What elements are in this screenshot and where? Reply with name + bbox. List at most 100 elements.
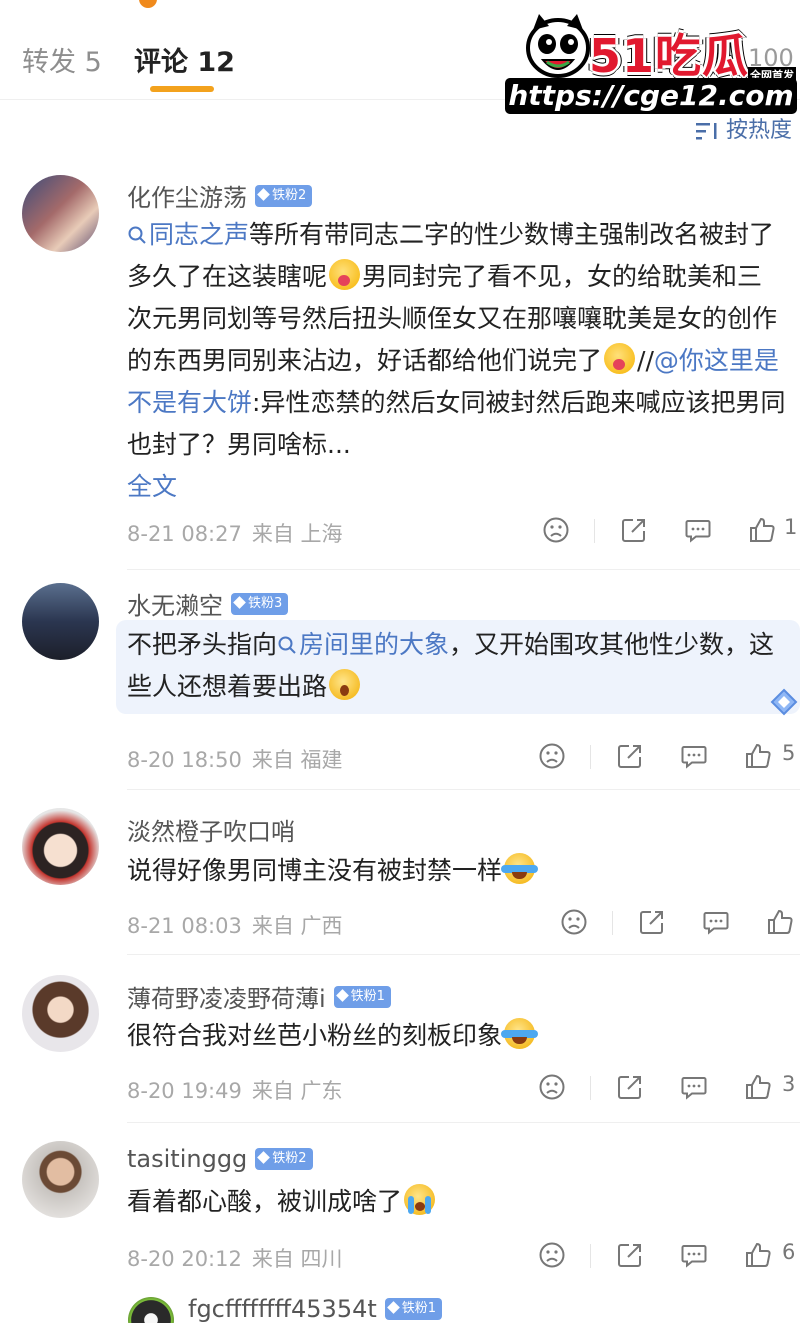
timestamp: 8-20 20:12 [127, 1247, 242, 1271]
topic-link[interactable]: 同志之声 [127, 220, 249, 249]
comment-actions: 1 [538, 515, 800, 546]
fan-badge: 铁粉2 [255, 184, 313, 207]
laugh-cry-emoji-icon [501, 853, 539, 884]
comment-meta: 8-21 08:03 来自 广西 [127, 910, 343, 940]
fan-badge: 铁粉1 [384, 1298, 443, 1320]
comment-item: 薄荷野凌凌野荷薄ⅰ 铁粉1 很符合我对丝芭小粉丝的刻板印象 8-20 19:49 来… [0, 955, 800, 1123]
avatar[interactable] [22, 1141, 99, 1218]
unhappy-face-icon [539, 1074, 565, 1100]
share-button[interactable] [616, 742, 644, 772]
avatar[interactable] [22, 583, 99, 660]
username[interactable]: 薄荷野凌凌野荷薄ⅰ [127, 985, 326, 1013]
reply-button[interactable] [684, 516, 712, 546]
diamond-icon [257, 1151, 271, 1164]
share-button[interactable] [620, 516, 648, 546]
comment-text: 不把矛头指向 房间里的大象，又开始围攻其他性少数，这些人还想着要出路 [127, 630, 775, 701]
comment-text: 看着都心酸，被训成啥了 [127, 1181, 787, 1223]
comment-icon [681, 1077, 707, 1100]
avatar[interactable] [128, 1297, 174, 1323]
share-button[interactable] [616, 1073, 644, 1103]
full-text-link[interactable]: 全文 [127, 472, 177, 501]
comment-actions [538, 908, 800, 938]
location: 来自 福建 [251, 748, 343, 772]
sobbing-emoji-icon [404, 1184, 436, 1215]
like-button[interactable] [744, 1073, 772, 1103]
separator [612, 911, 613, 935]
comment-text: 同志之声等所有带同志二字的性少数博主强制改名被封了多久了在这装瞎呢 男同封完了看不… [127, 220, 786, 501]
tab-repost[interactable]: 转发 5 [22, 40, 102, 79]
share-icon [622, 519, 645, 542]
like-button[interactable] [766, 908, 794, 938]
fan-badge: 铁粉2 [255, 1148, 313, 1170]
dislike-button[interactable] [538, 742, 566, 772]
username[interactable]: 水无濑空 [127, 592, 223, 620]
drool-emoji-icon [329, 259, 361, 290]
share-button[interactable] [616, 1241, 644, 1271]
active-tab-indicator [150, 86, 214, 92]
dislike-button[interactable] [538, 1241, 566, 1271]
drool-emoji-icon [604, 343, 636, 374]
dislike-button[interactable] [542, 516, 570, 546]
diamond-icon [386, 1301, 400, 1314]
diamond-icon [233, 595, 246, 609]
fan-badge: 铁粉3 [231, 592, 289, 615]
topic-link[interactable]: 房间里的大象 [277, 630, 449, 659]
watermark-url: https://cge12.com [505, 78, 797, 114]
username[interactable]: 淡然橙子吹口哨 [127, 818, 295, 846]
separator [594, 519, 595, 543]
username[interactable]: 化作尘游荡 [127, 184, 247, 212]
reply-button[interactable] [702, 908, 730, 938]
thumbs-up-icon [746, 743, 771, 768]
fan-badge: 铁粉1 [333, 985, 391, 1008]
sort-button[interactable]: 按热度 [696, 112, 792, 144]
timestamp: 8-21 08:03 [127, 914, 242, 938]
avatar[interactable] [22, 975, 99, 1052]
like-button[interactable] [744, 1241, 772, 1271]
comment-text: 很符合我对丝芭小粉丝的刻板印象 [127, 1015, 787, 1057]
dislike-button[interactable] [560, 908, 588, 938]
comment-item: 淡然橙子吹口哨 说得好像男同博主没有被封禁一样 8-21 08:03 来自 广西 [0, 790, 800, 955]
reply-button[interactable] [680, 742, 708, 772]
comment-icon [681, 746, 707, 769]
diamond-icon [257, 187, 270, 201]
like-button[interactable] [748, 516, 776, 546]
dislike-button[interactable] [538, 1073, 566, 1103]
comment-icon [681, 1245, 707, 1268]
timestamp: 8-20 18:50 [127, 748, 242, 772]
like-count: 3 [782, 1072, 796, 1096]
thumbs-up-icon [746, 1242, 771, 1267]
like-count: 6 [782, 1240, 796, 1264]
comment-icon [703, 912, 729, 935]
diamond-badge-icon [770, 688, 798, 716]
comment-actions: 5 [538, 741, 800, 772]
unhappy-face-icon [539, 1242, 565, 1268]
like-button[interactable] [744, 742, 772, 772]
reply-button[interactable] [680, 1241, 708, 1271]
sort-label: 按热度 [726, 118, 793, 143]
separator [590, 1244, 591, 1268]
surprised-emoji-icon [329, 669, 361, 700]
share-icon [618, 1076, 641, 1099]
tab-comments[interactable]: 评论 12 [134, 40, 235, 79]
avatar[interactable] [22, 808, 99, 885]
username[interactable]: tasitinggg [127, 1145, 247, 1173]
comment-actions: 3 [538, 1072, 800, 1103]
diamond-icon [335, 988, 349, 1002]
comment-item: 化作尘游荡 铁粉2 同志之声等所有带同志二字的性少数博主强制改名被封了多久了在这装… [0, 160, 800, 570]
unhappy-face-icon [539, 743, 565, 769]
comment-meta: 8-20 18:50 来自 福建 [127, 744, 343, 774]
comment-item: fgcffffffff45354t 铁粉1 [0, 1285, 800, 1323]
mascot-logo [526, 14, 590, 78]
location: 来自 广东 [251, 1079, 343, 1103]
share-button[interactable] [638, 908, 666, 938]
sort-icon [696, 123, 717, 140]
username[interactable]: fgcffffffff45354t [188, 1295, 377, 1323]
status-dot [139, 0, 157, 8]
separator [590, 745, 591, 769]
unhappy-face-icon [543, 517, 569, 543]
timestamp: 8-20 19:49 [127, 1079, 242, 1103]
comment-icon [685, 520, 711, 543]
reply-button[interactable] [680, 1073, 708, 1103]
watermark-brand: 51吃瓜 [589, 29, 750, 83]
avatar[interactable] [22, 175, 99, 252]
